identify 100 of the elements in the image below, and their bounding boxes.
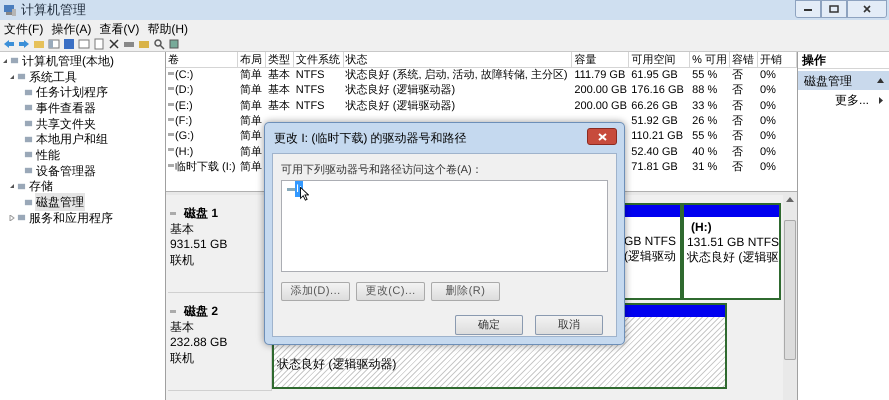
table-cell: 状态良好 (逻辑驱动器) (346, 98, 456, 114)
table-cell: 66.26 GB (631, 98, 678, 114)
menu-item[interactable]: 帮助(H) (146, 20, 189, 38)
node-icon (17, 72, 26, 82)
scroll-up-icon[interactable] (786, 197, 794, 202)
submenu-arrow-icon (879, 96, 883, 104)
table-cell: 临时下载 (I:) (175, 160, 236, 175)
partition-header-bar (624, 205, 680, 217)
table-cell: 简单 (240, 68, 262, 84)
node-icon (10, 56, 19, 66)
table-cell: 51.92 GB (631, 114, 678, 130)
minimize-button[interactable] (795, 0, 821, 18)
table-cell: 简单 (240, 83, 262, 98)
minimize-icon (803, 6, 813, 12)
tree-item[interactable]: 任务计划程序 (35, 83, 109, 102)
dialog-button[interactable]: 确定 (455, 315, 523, 335)
table-cell: 简单 (240, 114, 262, 130)
disk-type: 基本 (170, 222, 195, 237)
actions-header: 操作 (798, 52, 889, 69)
disk-type: 基本 (170, 320, 195, 335)
vertical-scrollbar[interactable] (783, 195, 797, 400)
window-title: 计算机管理 (21, 1, 86, 20)
dialog-button[interactable]: 添加(D)... (281, 282, 350, 301)
tree-item[interactable]: 共享文件夹 (35, 114, 97, 133)
node-icon (24, 134, 33, 144)
table-cell: 否 (732, 144, 744, 160)
column-header[interactable]: 卷 (166, 52, 238, 68)
table-cell: 33 % (692, 98, 718, 114)
disk-status: 联机 (170, 252, 195, 268)
partition-block[interactable]: (H:) 131.51 GB NTFS 状态良好 (逻辑驱 (682, 203, 781, 300)
table-cell: 176.16 GB (631, 83, 684, 98)
column-header[interactable]: 可用空间 (629, 52, 690, 68)
column-header[interactable]: 状态 (344, 52, 572, 68)
disk-size: 232.88 GB (170, 335, 228, 350)
table-cell: 200.00 GB (574, 98, 627, 114)
tree-item[interactable]: 事件查看器 (35, 98, 97, 117)
scrollbar-thumb[interactable] (784, 220, 796, 360)
table-cell: 基本 (268, 83, 290, 98)
table-cell: NTFS (296, 98, 325, 114)
maximize-icon (829, 5, 839, 13)
tree-item[interactable]: 磁盘管理 (35, 193, 85, 212)
node-icon (17, 213, 26, 222)
column-header[interactable]: 文件系统 (294, 52, 344, 68)
dialog-title: 更改 I: (临时下载) 的驱动器号和路径 (274, 130, 467, 147)
table-cell: 71.81 GB (631, 160, 678, 175)
table-cell: 110.21 GB (631, 129, 684, 144)
column-header[interactable]: % 可用 (690, 52, 730, 68)
table-cell: 基本 (268, 68, 290, 84)
tree-item[interactable]: 系统工具 (28, 68, 78, 86)
dialog-button[interactable]: 取消 (535, 315, 603, 335)
partition-status: 状态良好 (逻辑驱 (687, 250, 779, 265)
partition-status: 状态良好 (逻辑驱动器) (277, 357, 398, 372)
column-header[interactable]: 容量 (572, 52, 630, 68)
node-icon (24, 119, 33, 128)
table-cell: NTFS (296, 83, 325, 98)
maximize-button[interactable] (821, 0, 847, 18)
close-button[interactable] (587, 128, 617, 145)
search-icon (153, 38, 165, 50)
table-cell: 200.00 GB (574, 83, 627, 98)
table-cell: 26 % (692, 114, 718, 130)
table-cell: 否 (732, 83, 744, 98)
table-cell: 基本 (268, 98, 290, 114)
table-cell: 40 % (692, 144, 718, 160)
table-cell: 简单 (240, 98, 262, 114)
partition-block[interactable]: GB NTFS (逻辑驱动 (622, 203, 682, 300)
table-cell: 55 % (692, 129, 718, 144)
table-cell: 简单 (240, 160, 262, 175)
tree-item[interactable]: 存储 (28, 177, 54, 196)
delete-icon (108, 38, 120, 50)
table-cell: 状态良好 (逻辑驱动器) (346, 83, 456, 98)
menu-item[interactable]: 文件(F) (3, 20, 44, 38)
column-header[interactable]: 布局 (238, 52, 266, 68)
tree-item[interactable]: 性能 (35, 146, 61, 164)
tree-item[interactable]: 服务和应用程序 (28, 208, 114, 227)
table-cell: 61.95 GB (631, 68, 678, 84)
table-cell: 0% (760, 160, 776, 175)
menu-item[interactable]: 操作(A) (50, 20, 92, 38)
table-cell: 0% (760, 98, 776, 114)
column-header[interactable]: 类型 (266, 52, 294, 68)
dialog-button[interactable]: 删除(R) (431, 282, 500, 301)
computer-icon (3, 3, 17, 17)
back-arrow-icon (3, 38, 15, 50)
column-header[interactable]: 容错 (730, 52, 758, 68)
table-cell: 否 (732, 129, 744, 144)
dialog-button[interactable]: 更改(C)... (356, 282, 425, 301)
partition-size: GB NTFS (624, 234, 676, 249)
action-link[interactable]: 更多... (834, 91, 869, 109)
column-header[interactable]: 开销 (758, 52, 797, 68)
menu-item[interactable]: 查看(V) (98, 20, 140, 38)
close-button[interactable] (847, 0, 887, 18)
table-cell: 88 % (692, 83, 718, 98)
collapse-icon (877, 78, 884, 83)
tree-item[interactable]: 本地用户和组 (35, 130, 109, 148)
forward-arrow-icon (18, 38, 30, 50)
close-icon (862, 5, 872, 13)
table-cell: (C:) (175, 68, 194, 84)
tree-item[interactable]: 设备管理器 (35, 162, 97, 180)
tree-item[interactable]: 计算机管理(本地) (21, 52, 115, 70)
actions-section[interactable]: 磁盘管理 (798, 71, 889, 90)
table-cell: 55 % (692, 68, 718, 84)
